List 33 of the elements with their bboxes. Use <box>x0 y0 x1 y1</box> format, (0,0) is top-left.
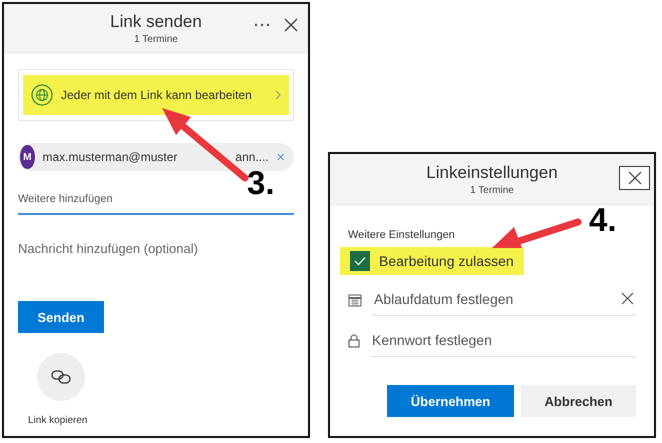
link-icon <box>51 370 71 384</box>
expiry-date-field[interactable]: Ablaufdatum festlegen <box>372 283 636 316</box>
clear-icon[interactable] <box>621 292 634 305</box>
permission-button[interactable]: Jeder mit dem Link kann bearbeiten <box>23 75 289 115</box>
message-field[interactable]: Nachricht hinzufügen (optional) <box>18 237 294 259</box>
send-button[interactable]: Senden <box>18 301 104 333</box>
copy-link-button[interactable] <box>37 353 85 401</box>
recipient-email: max.musterman@muster <box>42 150 178 164</box>
dialog-title: Linkeinstellungen <box>426 162 558 182</box>
cancel-button[interactable]: Abbrechen <box>521 385 636 417</box>
password-field[interactable]: Kennwort festlegen <box>370 324 636 357</box>
recipient-email: ann.... <box>235 150 269 164</box>
close-icon[interactable] <box>284 18 298 32</box>
checkbox-label: Bearbeitung zulassen <box>379 253 514 269</box>
lock-icon <box>348 334 360 348</box>
calendar-icon <box>348 292 362 306</box>
check-icon <box>354 256 366 266</box>
dialog-subtitle: 1 Termine <box>134 34 178 44</box>
close-icon <box>626 170 642 186</box>
globe-icon <box>31 84 53 106</box>
step-number: 4. <box>589 203 617 236</box>
chevron-icon <box>275 90 281 100</box>
apply-button[interactable]: Übernehmen <box>387 385 514 417</box>
dialog-title: Link senden <box>110 12 202 32</box>
section-label: Weitere Einstellungen <box>348 229 456 241</box>
copy-link-label: Link kopieren <box>28 415 88 426</box>
more-icon[interactable] <box>254 23 270 27</box>
avatar: M <box>20 145 34 169</box>
remove-icon[interactable] <box>276 151 284 163</box>
close-button[interactable] <box>619 166 650 190</box>
recipient-chip[interactable]: M max.musterman@muster ann.... <box>18 143 294 171</box>
dialog-subtitle: 1 Termine <box>470 184 514 196</box>
checkbox[interactable] <box>350 251 370 271</box>
